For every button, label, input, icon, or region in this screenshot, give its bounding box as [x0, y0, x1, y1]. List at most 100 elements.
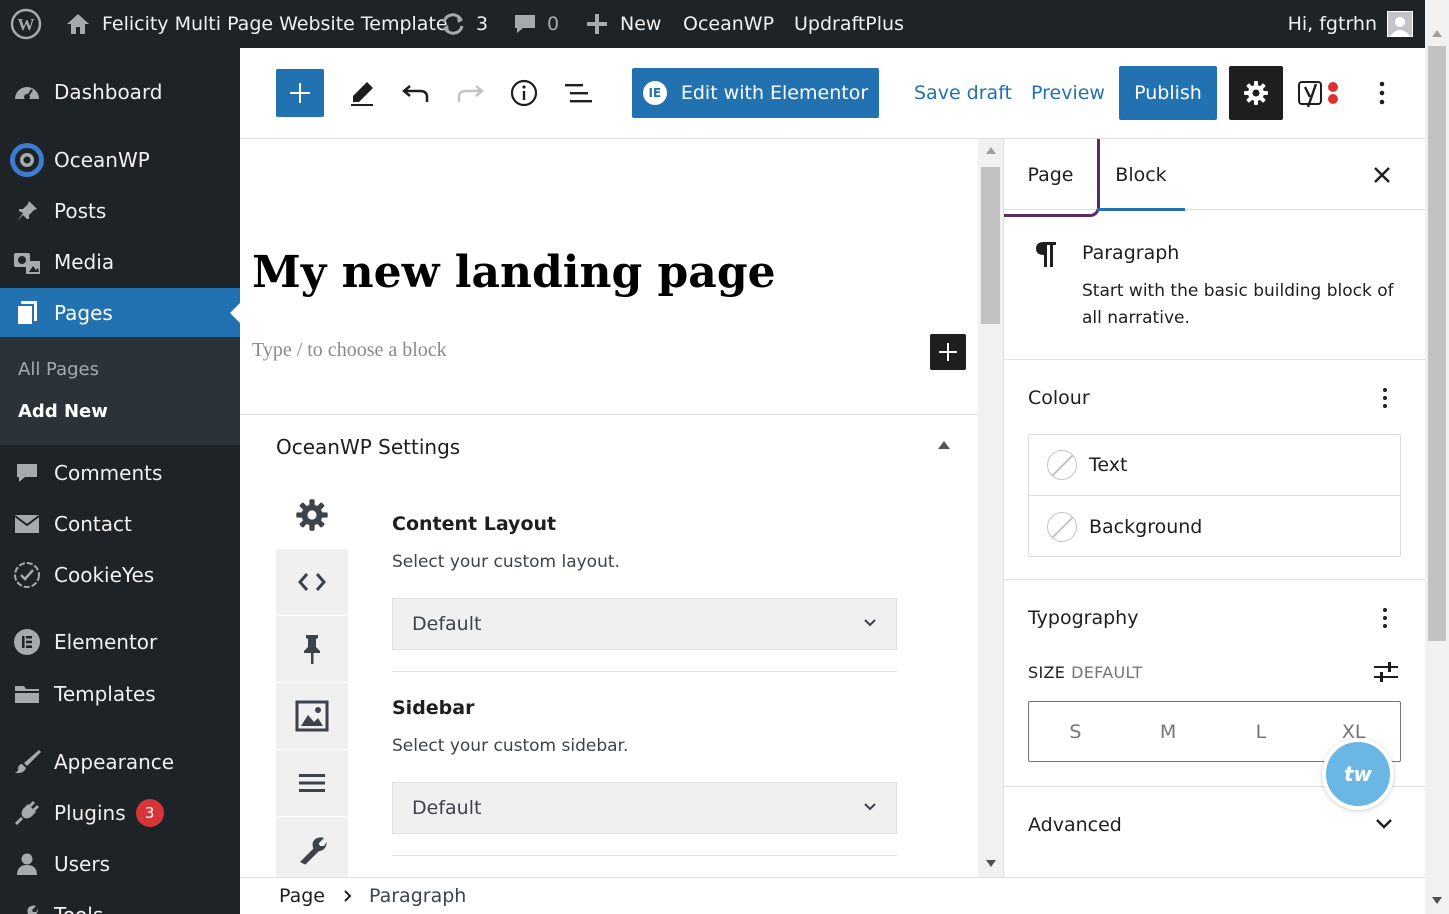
- envelope-icon: [0, 514, 54, 534]
- sidebar-select[interactable]: Default: [392, 782, 897, 834]
- settings-sliders-icon[interactable]: [1373, 661, 1399, 683]
- tab-footer[interactable]: [276, 817, 348, 877]
- editor-canvas: My new landing page Type / to choose a b…: [240, 139, 978, 877]
- chat-widget-button[interactable]: tw: [1322, 738, 1394, 810]
- details-button[interactable]: [506, 75, 542, 111]
- canvas-scrollbar[interactable]: [978, 139, 1003, 877]
- media-camera-icon: [0, 249, 54, 275]
- page-title[interactable]: My new landing page: [252, 247, 776, 298]
- close-icon: [1374, 166, 1390, 183]
- add-block-button[interactable]: [930, 334, 966, 370]
- redo-button[interactable]: [452, 75, 488, 111]
- tools-button[interactable]: [344, 75, 380, 111]
- page-scrollbar[interactable]: [1425, 0, 1449, 914]
- menu-item-contact[interactable]: Contact: [0, 499, 240, 549]
- menu-label-plugins: Plugins: [54, 801, 126, 825]
- content-layout-select[interactable]: Default: [392, 598, 897, 650]
- tab-main[interactable]: [276, 482, 348, 549]
- tab-block[interactable]: Block: [1097, 139, 1185, 211]
- breadcrumb-page[interactable]: Page: [279, 885, 325, 907]
- menu-label-media: Media: [54, 250, 115, 274]
- typography-options-icon[interactable]: [1383, 608, 1387, 628]
- menu-item-plugins[interactable]: Plugins 3: [0, 788, 240, 838]
- scroll-up-arrow-icon[interactable]: [1432, 30, 1442, 37]
- dashboard-gauge-icon: [0, 81, 54, 103]
- menu-item-tools[interactable]: Tools: [0, 890, 240, 914]
- list-view-button[interactable]: [560, 75, 596, 111]
- menu-label-cookieyes: CookieYes: [54, 563, 155, 587]
- size-option-l[interactable]: L: [1215, 702, 1308, 761]
- colour-panel: Colour Text Background: [1004, 360, 1425, 580]
- tab-header[interactable]: [276, 616, 348, 683]
- menu-item-templates[interactable]: Templates: [0, 669, 240, 719]
- gear-icon: [296, 499, 328, 531]
- divider: [392, 671, 897, 672]
- submenu-all-pages[interactable]: All Pages: [18, 359, 99, 380]
- new-content-link[interactable]: New: [586, 0, 661, 48]
- block-inserter-button[interactable]: [276, 69, 324, 117]
- comment-bubble-icon: [0, 461, 54, 485]
- save-draft-button[interactable]: Save draft: [914, 75, 1012, 111]
- menu-item-appearance[interactable]: Appearance: [0, 737, 240, 787]
- background-color-label: Background: [1089, 515, 1203, 538]
- menu-item-users[interactable]: Users: [0, 839, 240, 889]
- site-name-link[interactable]: Felicity Multi Page Website Template: [66, 0, 448, 48]
- menu-item-media[interactable]: Media: [0, 237, 240, 287]
- tab-page[interactable]: Page: [1004, 139, 1100, 217]
- chevron-right-icon: [344, 890, 352, 902]
- comments-link[interactable]: 0: [513, 0, 559, 48]
- oceanwp-link[interactable]: OceanWP: [683, 0, 774, 48]
- scrollbar-thumb[interactable]: [1428, 46, 1446, 641]
- scroll-down-arrow-icon[interactable]: [1432, 897, 1442, 904]
- scrollbar-thumb[interactable]: [981, 167, 1000, 324]
- menu-lines-icon: [299, 774, 325, 792]
- tab-menu[interactable]: [276, 750, 348, 817]
- background-color-button[interactable]: Background: [1029, 496, 1400, 557]
- updraftplus-link[interactable]: UpdraftPlus: [794, 0, 904, 48]
- menu-label-contact: Contact: [54, 512, 132, 536]
- oceanwp-label: OceanWP: [683, 13, 775, 35]
- menu-item-posts[interactable]: Posts: [0, 186, 240, 236]
- pushpin-icon: [0, 199, 54, 223]
- submenu-add-new[interactable]: Add New: [18, 401, 108, 422]
- breadcrumb-paragraph[interactable]: Paragraph: [369, 885, 466, 907]
- editor-toolbar: IE Edit with Elementor Save draft Previe…: [240, 48, 1425, 139]
- scroll-down-arrow-icon[interactable]: [986, 860, 996, 867]
- oceanwp-settings-title: OceanWP Settings: [276, 435, 461, 459]
- yoast-seo-button[interactable]: [1296, 75, 1344, 111]
- my-account-link[interactable]: Hi, fgtrhn: [1288, 0, 1413, 48]
- undo-icon: [402, 85, 429, 102]
- plugins-update-badge: 3: [135, 799, 164, 827]
- menu-item-pages[interactable]: Pages: [0, 288, 240, 338]
- wordpress-logo-icon[interactable]: W: [10, 0, 42, 48]
- menu-item-oceanwp[interactable]: OceanWP: [0, 135, 240, 185]
- options-menu-button[interactable]: [1370, 75, 1394, 111]
- updates-link[interactable]: 3: [440, 0, 488, 48]
- menu-item-comments[interactable]: Comments: [0, 448, 240, 498]
- scroll-up-arrow-icon[interactable]: [986, 147, 996, 154]
- menu-item-cookieyes[interactable]: CookieYes: [0, 550, 240, 600]
- preview-button[interactable]: Preview: [1031, 75, 1105, 111]
- content-layout-description: Select your custom layout.: [392, 552, 620, 572]
- colour-options-icon[interactable]: [1383, 388, 1387, 408]
- tab-code[interactable]: [276, 549, 348, 616]
- size-option-s[interactable]: S: [1029, 702, 1122, 761]
- settings-button[interactable]: [1229, 66, 1283, 120]
- menu-item-dashboard[interactable]: Dashboard: [0, 67, 240, 117]
- collapse-toggle-icon[interactable]: [938, 441, 950, 449]
- tab-title[interactable]: [276, 683, 348, 750]
- text-color-button[interactable]: Text: [1029, 435, 1400, 496]
- undo-button[interactable]: [398, 75, 434, 111]
- size-option-m[interactable]: M: [1122, 702, 1215, 761]
- pencil-icon: [351, 82, 373, 106]
- content-layout-value: Default: [412, 613, 482, 635]
- paragraph-icon: [1036, 242, 1056, 267]
- sidebar-value: Default: [412, 797, 482, 819]
- close-sidebar-button[interactable]: [1364, 139, 1400, 210]
- menu-item-elementor[interactable]: Elementor: [0, 617, 240, 667]
- divider: [392, 855, 897, 856]
- menu-label-dashboard: Dashboard: [54, 80, 163, 104]
- edit-with-elementor-button[interactable]: IE Edit with Elementor: [632, 68, 879, 118]
- paragraph-placeholder[interactable]: Type / to choose a block: [252, 339, 447, 362]
- publish-button[interactable]: Publish: [1119, 66, 1217, 120]
